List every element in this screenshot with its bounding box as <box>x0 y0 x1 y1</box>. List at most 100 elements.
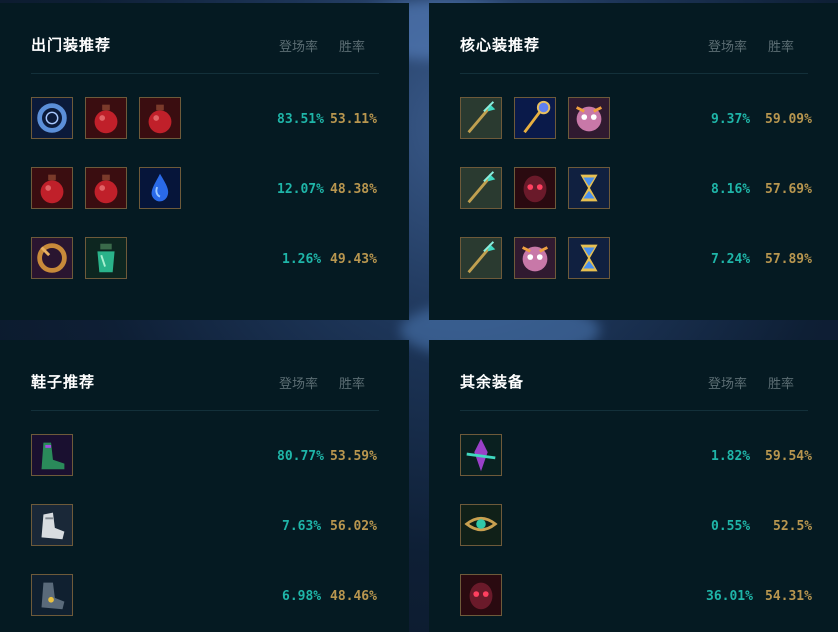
pick-rate: 1.26% <box>282 252 322 267</box>
hourglass-icon-art <box>569 168 609 208</box>
spear-item-icon-art <box>461 98 501 138</box>
other-items-panel: 其余装备 登场率 胜率 1.82% 59.54% 0.55% 52.5% 36.… <box>429 340 838 632</box>
win-rate: 53.59% <box>330 449 377 464</box>
chain-belt-icon[interactable] <box>460 504 502 546</box>
starter-items-panel: 出门装推荐 登场率 胜率 83.51% 53.11% 12.07% 48.38%… <box>0 3 409 320</box>
hourglass-icon[interactable] <box>568 167 610 209</box>
spear-item-icon[interactable] <box>460 97 502 139</box>
health-potion-icon[interactable] <box>31 167 73 209</box>
win-rate: 54.31% <box>765 589 812 604</box>
panel-title: 出门装推荐 <box>31 36 112 54</box>
health-potion-icon-art <box>86 98 126 138</box>
pink-helm-icon-art <box>515 238 555 278</box>
tear-of-goddess-icon[interactable] <box>139 167 181 209</box>
win-rate: 48.46% <box>330 589 377 604</box>
health-potion-icon-art <box>86 168 126 208</box>
panel-header: 核心装推荐 登场率 胜率 <box>460 3 808 74</box>
dark-mask-icon-art <box>515 168 555 208</box>
pick-rate: 0.55% <box>711 519 751 534</box>
panel-title: 其余装备 <box>460 373 525 391</box>
steel-boots-icon[interactable] <box>31 574 73 616</box>
build-row[interactable]: 7.63% 56.02% <box>31 504 379 550</box>
pick-rate-header: 登场率 <box>279 40 319 55</box>
build-row[interactable]: 1.82% 59.54% <box>460 434 812 480</box>
health-potion-icon-art <box>32 168 72 208</box>
health-potion-icon[interactable] <box>85 167 127 209</box>
pick-rate-header: 登场率 <box>708 40 748 55</box>
golden-scepter-icon[interactable] <box>514 97 556 139</box>
pick-rate: 6.98% <box>282 589 322 604</box>
spear-item-icon-art <box>461 168 501 208</box>
pink-helm-icon-art <box>569 98 609 138</box>
build-row[interactable]: 0.55% 52.5% <box>460 504 812 550</box>
dark-mask-icon-art <box>461 575 501 615</box>
win-rate: 52.5% <box>773 519 813 534</box>
build-row[interactable]: 9.37% 59.09% <box>460 97 812 143</box>
pick-rate: 12.07% <box>277 182 324 197</box>
pick-rate: 36.01% <box>706 589 753 604</box>
health-potion-icon[interactable] <box>139 97 181 139</box>
white-boots-icon-art <box>32 505 72 545</box>
void-crystal-icon-art <box>461 435 501 475</box>
pick-rate: 80.77% <box>277 449 324 464</box>
pick-rate: 7.24% <box>711 252 751 267</box>
panel-header: 出门装推荐 登场率 胜率 <box>31 3 379 74</box>
hourglass-icon-art <box>569 238 609 278</box>
cull-ring-icon[interactable] <box>31 237 73 279</box>
win-rate: 57.89% <box>765 252 812 267</box>
win-rate-header: 胜率 <box>768 40 795 55</box>
win-rate: 56.02% <box>330 519 377 534</box>
win-rate-header: 胜率 <box>768 377 795 392</box>
panel-header: 其余装备 登场率 胜率 <box>460 340 808 411</box>
chain-belt-icon-art <box>461 505 501 545</box>
boots-panel: 鞋子推荐 登场率 胜率 80.77% 53.59% 7.63% 56.02% 6… <box>0 340 409 632</box>
golden-scepter-icon-art <box>515 98 555 138</box>
dark-mask-icon[interactable] <box>460 574 502 616</box>
pick-rate-header: 登场率 <box>279 377 319 392</box>
panel-title: 鞋子推荐 <box>31 373 96 391</box>
pink-helm-icon[interactable] <box>514 237 556 279</box>
build-row[interactable]: 6.98% 48.46% <box>31 574 379 620</box>
win-rate: 49.43% <box>330 252 377 267</box>
pick-rate: 83.51% <box>277 112 324 127</box>
pick-rate-header: 登场率 <box>708 377 748 392</box>
win-rate-header: 胜率 <box>339 40 366 55</box>
dark-seal-icon[interactable] <box>31 97 73 139</box>
green-boots-icon-art <box>32 435 72 475</box>
spear-item-icon[interactable] <box>460 167 502 209</box>
win-rate-header: 胜率 <box>339 377 366 392</box>
pick-rate: 1.82% <box>711 449 751 464</box>
build-row[interactable]: 80.77% 53.59% <box>31 434 379 480</box>
build-row[interactable]: 8.16% 57.69% <box>460 167 812 213</box>
pick-rate: 7.63% <box>282 519 322 534</box>
pink-helm-icon[interactable] <box>568 97 610 139</box>
build-row[interactable]: 83.51% 53.11% <box>31 97 379 143</box>
spear-item-icon[interactable] <box>460 237 502 279</box>
hourglass-icon[interactable] <box>568 237 610 279</box>
health-potion-icon[interactable] <box>85 97 127 139</box>
build-row[interactable]: 1.26% 49.43% <box>31 237 379 283</box>
void-crystal-icon[interactable] <box>460 434 502 476</box>
build-row[interactable]: 12.07% 48.38% <box>31 167 379 213</box>
build-row[interactable]: 7.24% 57.89% <box>460 237 812 283</box>
tear-of-goddess-icon-art <box>140 168 180 208</box>
pick-rate: 8.16% <box>711 182 751 197</box>
steel-boots-icon-art <box>32 575 72 615</box>
panel-title: 核心装推荐 <box>460 36 541 54</box>
win-rate: 57.69% <box>765 182 812 197</box>
win-rate: 59.09% <box>765 112 812 127</box>
dark-seal-icon-art <box>32 98 72 138</box>
refillable-potion-icon[interactable] <box>85 237 127 279</box>
white-boots-icon[interactable] <box>31 504 73 546</box>
win-rate: 59.54% <box>765 449 812 464</box>
panel-header: 鞋子推荐 登场率 胜率 <box>31 340 379 411</box>
core-items-panel: 核心装推荐 登场率 胜率 9.37% 59.09% 8.16% 57.69% 7… <box>429 3 838 320</box>
build-row[interactable]: 36.01% 54.31% <box>460 574 812 620</box>
green-boots-icon[interactable] <box>31 434 73 476</box>
win-rate: 48.38% <box>330 182 377 197</box>
health-potion-icon-art <box>140 98 180 138</box>
refillable-potion-icon-art <box>86 238 126 278</box>
win-rate: 53.11% <box>330 112 377 127</box>
dark-mask-icon[interactable] <box>514 167 556 209</box>
pick-rate: 9.37% <box>711 112 751 127</box>
